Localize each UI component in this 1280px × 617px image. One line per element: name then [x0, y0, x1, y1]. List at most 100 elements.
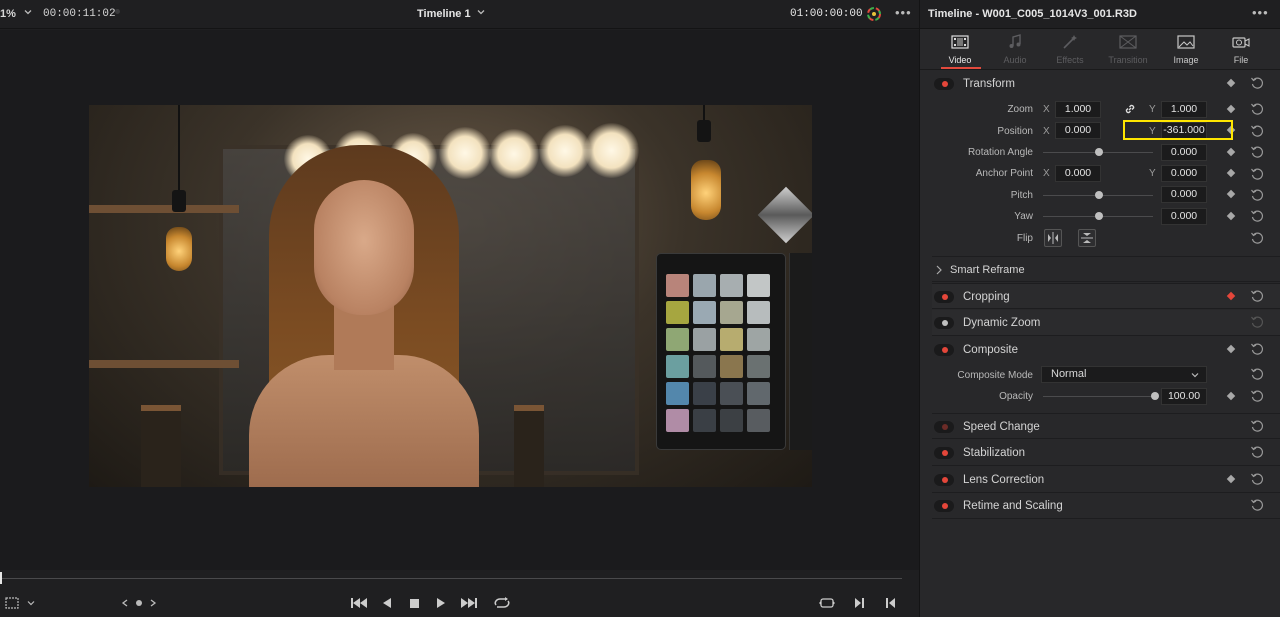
frame-chair: [514, 405, 544, 487]
viewer-toolbar: 1% 00:00:11:02 Timeline 1 01:00:00:00 ••…: [0, 0, 919, 29]
chevron-down-icon[interactable]: [22, 595, 40, 611]
color-wheel-icon[interactable]: [866, 6, 882, 22]
viewer-canvas[interactable]: [0, 30, 919, 570]
reset-icon[interactable]: [1250, 445, 1264, 459]
opacity-slider-knob[interactable]: [1151, 392, 1159, 400]
keyframe-icon[interactable]: [1226, 168, 1236, 178]
speed-change-enable-toggle[interactable]: [934, 421, 954, 433]
stabilization-section-header[interactable]: Stabilization: [932, 440, 1280, 466]
opacity-field[interactable]: 100.00: [1161, 388, 1207, 405]
anchor-x-field[interactable]: 0.000: [1055, 165, 1101, 182]
tab-file[interactable]: File: [1212, 29, 1270, 70]
reset-icon[interactable]: [1250, 76, 1264, 90]
stop-icon[interactable]: [405, 595, 423, 611]
pitch-slider-knob[interactable]: [1095, 191, 1103, 199]
source-timecode[interactable]: 00:00:11:02: [43, 8, 116, 20]
lens-correction-section-header[interactable]: Lens Correction: [932, 467, 1280, 493]
tab-image[interactable]: Image: [1157, 29, 1215, 70]
scrubber-track[interactable]: [0, 578, 902, 579]
record-timecode[interactable]: 01:00:00:00: [790, 8, 863, 20]
tab-video[interactable]: Video: [931, 29, 989, 70]
play-icon[interactable]: [432, 595, 450, 611]
zoom-y-field[interactable]: 1.000: [1161, 101, 1207, 118]
keyframe-icon[interactable]: [1226, 474, 1236, 484]
rotation-angle-field[interactable]: 0.000: [1161, 144, 1207, 161]
yaw-field[interactable]: 0.000: [1161, 208, 1207, 225]
reset-icon[interactable]: [1250, 498, 1264, 512]
flip-vertical-button[interactable]: [1078, 229, 1096, 247]
transform-section-header[interactable]: Transform: [932, 71, 1280, 97]
reset-icon[interactable]: [1250, 419, 1264, 433]
link-icon[interactable]: [1123, 102, 1137, 116]
retime-scaling-section-header[interactable]: Retime and Scaling: [932, 493, 1280, 519]
yaw-slider-knob[interactable]: [1095, 212, 1103, 220]
cropping-section-header[interactable]: Cropping: [932, 283, 1280, 309]
reset-icon[interactable]: [1250, 315, 1264, 329]
chevron-down-icon[interactable]: [22, 6, 34, 18]
anchor-y-field[interactable]: 0.000: [1161, 165, 1207, 182]
composite-mode-dropdown[interactable]: Normal: [1041, 366, 1207, 383]
reset-icon[interactable]: [1250, 167, 1264, 181]
chevron-down-icon[interactable]: [475, 6, 487, 18]
cropping-enable-toggle[interactable]: [934, 291, 954, 303]
dynamic-zoom-enable-toggle[interactable]: [934, 317, 954, 329]
stabilization-enable-toggle[interactable]: [934, 447, 954, 459]
chevron-right-icon[interactable]: [935, 265, 943, 275]
reset-icon[interactable]: [1250, 231, 1264, 245]
zoom-x-field[interactable]: 1.000: [1055, 101, 1101, 118]
inspector-more-options[interactable]: •••: [1252, 5, 1269, 20]
opacity-slider[interactable]: [1043, 396, 1153, 397]
keyframe-icon[interactable]: [1226, 104, 1236, 114]
reverse-play-icon[interactable]: [378, 595, 396, 611]
reset-icon[interactable]: [1250, 472, 1264, 486]
composite-section-header[interactable]: Composite: [932, 337, 1280, 363]
previous-edit-icon[interactable]: [882, 595, 900, 611]
keyframe-icon[interactable]: [1226, 78, 1236, 88]
reset-icon[interactable]: [1250, 188, 1264, 202]
playhead[interactable]: [0, 572, 2, 584]
timeline-scrubber[interactable]: [0, 570, 919, 590]
keyframe-icon[interactable]: [1226, 291, 1236, 301]
reset-icon[interactable]: [1250, 209, 1264, 223]
keyframe-icon[interactable]: [1226, 189, 1236, 199]
dynamic-zoom-section-header[interactable]: Dynamic Zoom: [932, 310, 1280, 336]
keyframe-icon[interactable]: [1226, 344, 1236, 354]
keyframe-icon[interactable]: [1226, 147, 1236, 157]
viewer-more-options[interactable]: •••: [895, 5, 912, 20]
transform-enable-toggle[interactable]: [934, 78, 954, 90]
position-x-field[interactable]: 0.000: [1055, 122, 1101, 139]
flip-horizontal-button[interactable]: [1044, 229, 1062, 247]
tab-transition[interactable]: Transition: [1099, 29, 1157, 70]
match-frame-icon[interactable]: [818, 595, 836, 611]
smart-reframe-section-header[interactable]: Smart Reframe: [932, 256, 1280, 282]
frame-cord: [178, 105, 180, 190]
keyframe-icon[interactable]: [1226, 391, 1236, 401]
tab-audio[interactable]: Audio: [986, 29, 1044, 70]
reset-icon[interactable]: [1250, 342, 1264, 356]
music-note-icon: [1009, 34, 1021, 48]
reset-icon[interactable]: [1250, 367, 1264, 381]
frame-bulb: [489, 129, 539, 179]
go-to-start-icon[interactable]: [350, 595, 368, 611]
reset-icon[interactable]: [1250, 102, 1264, 116]
composite-enable-toggle[interactable]: [934, 344, 954, 356]
tab-effects[interactable]: Effects: [1041, 29, 1099, 70]
speed-change-section-header[interactable]: Speed Change: [932, 413, 1280, 439]
reset-icon[interactable]: [1250, 124, 1264, 138]
retime-scaling-enable-toggle[interactable]: [934, 500, 954, 512]
safe-area-icon[interactable]: [3, 595, 21, 611]
reset-icon[interactable]: [1250, 289, 1264, 303]
keyframe-icon[interactable]: [1226, 211, 1236, 221]
next-edit-icon[interactable]: [850, 595, 868, 611]
next-clip-icon[interactable]: [144, 595, 162, 611]
timeline-selector[interactable]: Timeline 1: [417, 8, 471, 20]
rotation-slider-knob[interactable]: [1095, 148, 1103, 156]
pitch-field[interactable]: 0.000: [1161, 186, 1207, 203]
loop-icon[interactable]: [493, 595, 511, 611]
viewer-zoom-level[interactable]: 1%: [0, 8, 16, 20]
go-to-end-icon[interactable]: [460, 595, 478, 611]
section-title: Cropping: [963, 291, 1010, 303]
reset-icon[interactable]: [1250, 389, 1264, 403]
lens-correction-enable-toggle[interactable]: [934, 474, 954, 486]
reset-icon[interactable]: [1250, 145, 1264, 159]
